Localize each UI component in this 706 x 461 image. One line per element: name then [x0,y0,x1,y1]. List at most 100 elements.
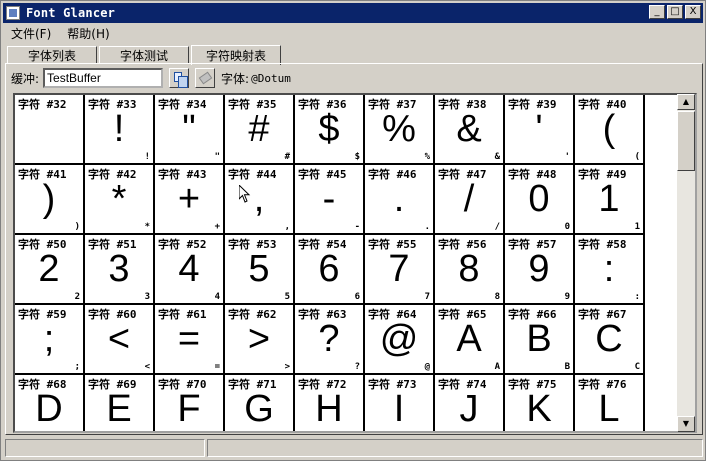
char-cell-small-glyph: 4 [214,292,220,302]
char-cell-glyph: 4 [178,248,200,290]
char-cell-small-glyph: C [634,362,640,372]
char-cell[interactable]: 字符 #52 4 4 [155,235,225,305]
char-cell[interactable]: 字符 #61 = = [155,305,225,375]
char-cell-small-glyph: B [564,362,570,372]
tab-font-list[interactable]: 字体列表 [7,46,97,64]
char-cell-small-glyph: ' [564,152,570,162]
char-cell-small-glyph: * [144,222,150,232]
char-cell[interactable]: 字符 #49 1 1 [575,165,645,235]
char-cell-glyph: 6 [318,248,340,290]
close-button[interactable]: X [685,5,701,19]
char-cell[interactable]: 字符 #74 J [435,375,505,431]
char-cell[interactable]: 字符 #54 6 6 [295,235,365,305]
char-cell[interactable]: 字符 #46.. [365,165,435,235]
maximize-button[interactable]: □ [667,5,683,19]
scroll-down-button[interactable]: ▼ [677,416,695,432]
char-cell[interactable]: 字符 #68 D [15,375,85,431]
char-cell[interactable]: 字符 #72 H [295,375,365,431]
char-cell[interactable]: 字符 #76 L [575,375,645,431]
char-cell-glyph: + [177,178,201,220]
char-cell-small-glyph: ! [144,152,150,162]
char-cell-glyph: I [393,388,405,430]
app-window: Font Glancer _ □ X 文件(F) 帮助(H) 字体列表 字体测试… [0,0,706,461]
char-cell[interactable]: 字符 #50 2 2 [15,235,85,305]
char-cell[interactable]: 字符 #71 G [225,375,295,431]
char-cell-glyph: ? [318,318,340,360]
char-cell-glyph: G [244,388,274,430]
char-cell[interactable]: 字符 #53 5 5 [225,235,295,305]
char-grid: 字符 #32 字符 #33!! 字符 #34 " " 字符 #35 # # 字符 #36 $ $ 字… [15,95,645,431]
char-cell[interactable]: 字符 #48 0 0 [505,165,575,235]
char-cell[interactable]: 字符 #64 @ @ [365,305,435,375]
char-cell[interactable]: 字符 #33!! [85,95,155,165]
scroll-up-button[interactable]: ▲ [677,94,695,110]
char-cell[interactable]: 字符 #62 > > [225,305,295,375]
char-cell-small-glyph: 1 [634,222,640,232]
menu-help[interactable]: 帮助(H) [59,25,117,42]
menu-file[interactable]: 文件(F) [3,25,59,42]
char-cell-glyph: ( [602,108,616,150]
window-title: Font Glancer [26,6,116,20]
status-bar [5,439,703,457]
char-cell[interactable]: 字符 #75 K [505,375,575,431]
char-cell-glyph: E [106,388,132,430]
char-cell[interactable]: 字符 #34 " " [155,95,225,165]
char-cell[interactable]: 字符 #63?? [295,305,365,375]
char-cell[interactable]: 字符 #37%% [365,95,435,165]
char-cell[interactable]: 字符 #56 8 8 [435,235,505,305]
char-cell[interactable]: 字符 #39 ' ' [505,95,575,165]
char-cell[interactable]: 字符 #41)) [15,165,85,235]
char-cell[interactable]: 字符 #66 B B [505,305,575,375]
char-cell-glyph: < [107,318,131,360]
char-cell[interactable]: 字符 #58:: [575,235,645,305]
clear-button[interactable] [195,68,216,88]
char-cell[interactable]: 字符 #59;; [15,305,85,375]
minimize-button[interactable]: _ [649,5,665,19]
char-cell-small-glyph: @ [424,362,430,372]
tab-font-test[interactable]: 字体测试 [99,46,189,64]
char-cell-small-glyph: 3 [144,292,150,302]
status-pane-right [207,439,703,457]
char-cell[interactable]: 字符 #32 [15,95,85,165]
copy-button[interactable] [169,68,190,88]
char-cell[interactable]: 字符 #35 # # [225,95,295,165]
char-cell[interactable]: 字符 #42 * * [85,165,155,235]
font-label: 字体: [221,71,250,86]
char-cell-glyph: ) [42,178,56,220]
menu-bar: 文件(F) 帮助(H) [3,24,703,42]
char-cell[interactable]: 字符 #57 9 9 [505,235,575,305]
char-cell[interactable]: 字符 #45- - [295,165,365,235]
char-cell[interactable]: 字符 #60 < < [85,305,155,375]
char-cell[interactable]: 字符 #47// [435,165,505,235]
buffer-input[interactable]: TestBuffer [43,68,164,88]
char-cell[interactable]: 字符 #40(( [575,95,645,165]
char-cell[interactable]: 字符 #51 3 3 [85,235,155,305]
char-cell[interactable]: 字符 #43 + + [155,165,225,235]
char-cell[interactable]: 字符 #67 C C [575,305,645,375]
char-cell-glyph: ; [43,318,55,360]
char-cell-glyph: / [463,178,475,220]
scroll-thumb[interactable] [677,111,695,171]
status-pane-left [5,439,205,457]
char-cell-small-glyph: ? [354,362,360,372]
app-icon[interactable] [6,6,20,20]
tab-char-map[interactable]: 字符映射表 [191,45,281,65]
char-cell[interactable]: 字符 #38 & & [435,95,505,165]
char-cell[interactable]: 字符 #70 F [155,375,225,431]
char-cell-glyph: K [526,388,552,430]
char-cell[interactable]: 字符 #44,, [225,165,295,235]
vertical-scrollbar[interactable]: ▲ ▼ [677,94,695,432]
char-cell[interactable]: 字符 #36 $ $ [295,95,365,165]
char-cell-glyph: " [182,108,196,150]
char-cell-glyph: J [459,388,479,430]
char-cell-glyph: L [598,388,620,430]
char-cell[interactable]: 字符 #73 I [365,375,435,431]
char-cell[interactable]: 字符 #55 7 7 [365,235,435,305]
char-cell[interactable]: 字符 #65 A A [435,305,505,375]
title-bar[interactable]: Font Glancer _ □ X [3,3,703,23]
char-cell-glyph: H [315,388,343,430]
char-cell-small-glyph: , [284,222,290,232]
title-buttons: _ □ X [649,5,701,19]
char-cell[interactable]: 字符 #69 E [85,375,155,431]
char-cell-glyph: D [35,388,63,430]
